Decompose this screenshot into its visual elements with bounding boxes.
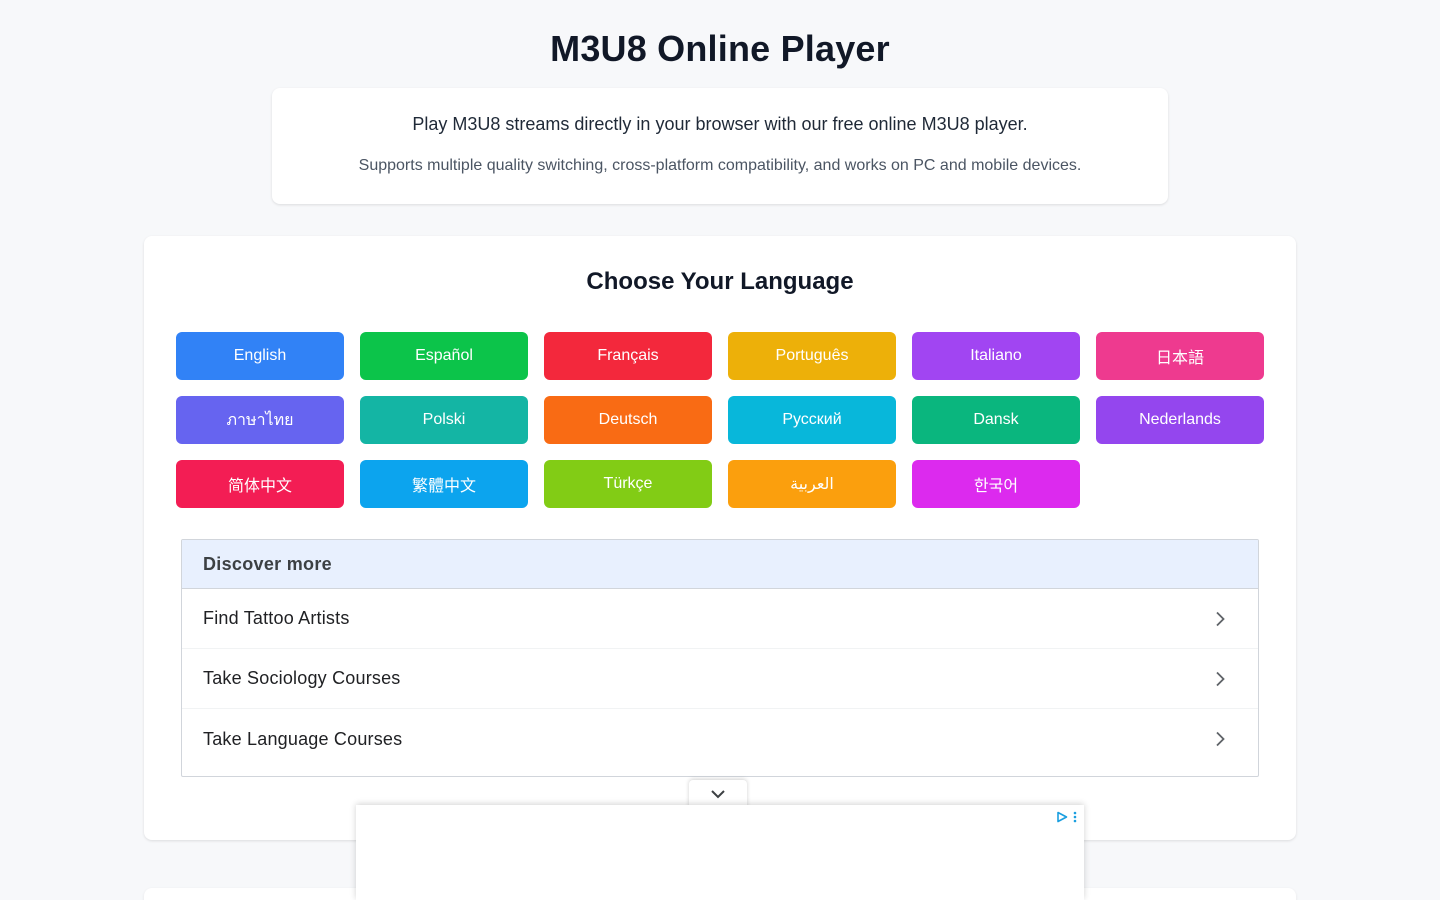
language-button[interactable]: 日本語 xyxy=(1096,332,1264,380)
language-button[interactable]: Polski xyxy=(360,396,528,444)
language-card: Choose Your Language English Español Franç… xyxy=(144,236,1296,840)
adchoices-icon[interactable] xyxy=(1056,811,1068,823)
ad-banner[interactable] xyxy=(356,805,1084,900)
language-button[interactable]: Italiano xyxy=(912,332,1080,380)
discover-item-label: Find Tattoo Artists xyxy=(203,608,350,628)
language-button[interactable]: Dansk xyxy=(912,396,1080,444)
ad-controls xyxy=(1056,811,1078,823)
discover-item-label: Take Sociology Courses xyxy=(203,668,401,688)
chevron-right-icon xyxy=(1216,671,1225,686)
more-vertical-icon[interactable] xyxy=(1072,811,1078,823)
discover-item-sociology-courses[interactable]: Take Sociology Courses xyxy=(182,649,1258,709)
intro-features: Supports multiple quality switching, cro… xyxy=(358,157,1082,174)
language-button[interactable]: Deutsch xyxy=(544,396,712,444)
intro-tagline: Play M3U8 streams directly in your brows… xyxy=(412,114,1028,134)
language-button[interactable]: ภาษาไทย xyxy=(176,396,344,444)
chevron-right-icon xyxy=(1216,611,1225,626)
page-title: M3U8 Online Player xyxy=(550,28,890,69)
language-button[interactable]: 한국어 xyxy=(912,460,1080,508)
discover-more-panel: Discover more Find Tattoo Artists Take S… xyxy=(181,539,1259,777)
language-button[interactable]: Türkçe xyxy=(544,460,712,508)
language-button[interactable]: 繁體中文 xyxy=(360,460,528,508)
language-button[interactable]: Français xyxy=(544,332,712,380)
language-button[interactable]: Português xyxy=(728,332,896,380)
language-grid: English Español Français Português Italiano 日… xyxy=(176,332,1264,508)
intro-card: Play M3U8 streams directly in your brows… xyxy=(272,88,1168,204)
language-button[interactable]: Русский xyxy=(728,396,896,444)
ad-collapse-button[interactable] xyxy=(689,780,747,808)
language-button[interactable]: Español xyxy=(360,332,528,380)
discover-item-language-courses[interactable]: Take Language Courses xyxy=(182,709,1258,769)
discover-more-header: Discover more xyxy=(182,540,1258,589)
language-button[interactable]: العربية xyxy=(728,460,896,508)
discover-item-tattoo-artists[interactable]: Find Tattoo Artists xyxy=(182,589,1258,649)
language-button[interactable]: Nederlands xyxy=(1096,396,1264,444)
chevron-down-icon xyxy=(711,790,725,799)
language-button[interactable]: 简体中文 xyxy=(176,460,344,508)
language-button[interactable]: English xyxy=(176,332,344,380)
discover-item-label: Take Language Courses xyxy=(203,728,403,749)
chevron-right-icon xyxy=(1216,731,1225,747)
language-heading: Choose Your Language xyxy=(586,268,854,295)
